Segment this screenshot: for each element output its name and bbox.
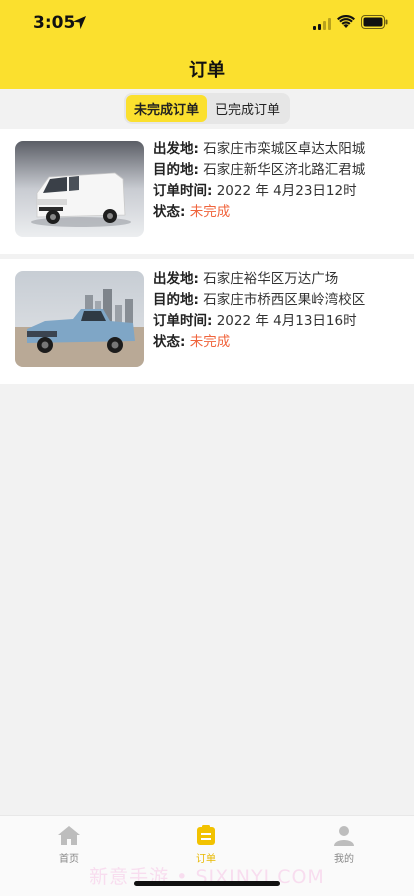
order-time-row: 订单时间: 2022 年 4月13日16时	[153, 311, 408, 332]
tab-finished-orders[interactable]: 已完成订单	[207, 95, 288, 122]
cellular-signal-icon	[313, 18, 331, 30]
location-arrow-icon	[72, 15, 87, 30]
status-bar: 3:05	[0, 0, 414, 46]
home-indicator[interactable]	[134, 881, 280, 886]
status-label: 状态:	[153, 334, 186, 350]
time-value: 2022 年 4月13日16时	[216, 313, 357, 329]
time-value: 2022 年 4月23日12时	[216, 183, 357, 199]
order-card[interactable]: 出发地: 石家庄裕华区万达广场 目的地: 石家庄市桥西区果岭湾校区 订单时间: …	[0, 259, 414, 384]
battery-icon	[361, 15, 388, 29]
order-card[interactable]: 出发地: 石家庄市栾城区卓达太阳城 目的地: 石家庄新华区济北路汇君城 订单时间…	[0, 129, 414, 254]
home-icon	[58, 826, 80, 845]
from-label: 出发地:	[153, 271, 199, 287]
to-value: 石家庄市桥西区果岭湾校区	[203, 292, 366, 308]
profile-icon	[334, 826, 354, 846]
tab-orders[interactable]: 订单	[166, 824, 246, 865]
order-to-row: 目的地: 石家庄新华区济北路汇君城	[153, 160, 408, 181]
from-value: 石家庄裕华区万达广场	[203, 271, 339, 287]
order-status-row: 状态: 未完成	[153, 202, 408, 223]
header-bar: 3:05 订单	[0, 0, 414, 89]
time-label: 订单时间:	[153, 183, 213, 199]
to-label: 目的地:	[153, 162, 199, 178]
order-info: 出发地: 石家庄裕华区万达广场 目的地: 石家庄市桥西区果岭湾校区 订单时间: …	[153, 269, 408, 353]
order-status-segmented-control: 未完成订单 已完成订单	[124, 93, 290, 124]
vehicle-image-pickup	[15, 271, 144, 367]
status-time: 3:05	[33, 13, 76, 33]
order-from-row: 出发地: 石家庄市栾城区卓达太阳城	[153, 139, 408, 160]
status-label: 状态:	[153, 204, 186, 220]
time-label: 订单时间:	[153, 313, 213, 329]
to-value: 石家庄新华区济北路汇君城	[203, 162, 366, 178]
tab-profile[interactable]: 我的	[304, 824, 384, 865]
status-value: 未完成	[189, 334, 231, 350]
order-time-row: 订单时间: 2022 年 4月23日12时	[153, 181, 408, 202]
order-info: 出发地: 石家庄市栾城区卓达太阳城 目的地: 石家庄新华区济北路汇君城 订单时间…	[153, 139, 408, 223]
wifi-icon	[337, 15, 355, 28]
status-value: 未完成	[189, 204, 231, 220]
order-status-row: 状态: 未完成	[153, 332, 408, 353]
to-label: 目的地:	[153, 292, 199, 308]
from-label: 出发地:	[153, 141, 199, 157]
order-icon	[197, 825, 215, 845]
page-title: 订单	[189, 60, 225, 81]
tab-home[interactable]: 首页	[29, 824, 109, 865]
tab-unfinished-orders[interactable]: 未完成订单	[126, 95, 207, 122]
from-value: 石家庄市栾城区卓达太阳城	[203, 141, 366, 157]
vehicle-image-van	[15, 141, 144, 237]
order-from-row: 出发地: 石家庄裕华区万达广场	[153, 269, 408, 290]
order-to-row: 目的地: 石家庄市桥西区果岭湾校区	[153, 290, 408, 311]
